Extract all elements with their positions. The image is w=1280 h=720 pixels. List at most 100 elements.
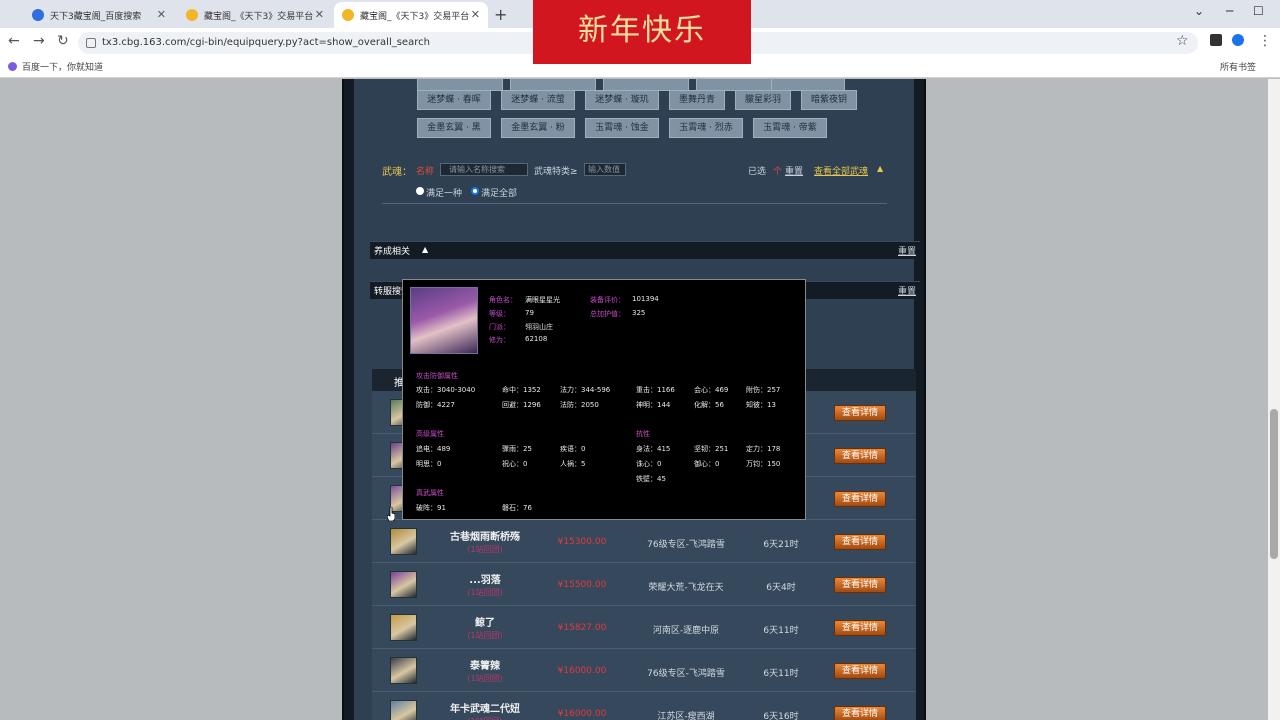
minimize-icon[interactable]: ─	[1226, 4, 1233, 18]
skin-button[interactable]: 暗紫夜钥	[801, 90, 857, 110]
cultivation-label: 修为：	[489, 336, 510, 344]
stat-attack: 攻击：3040-3040	[416, 386, 476, 394]
tab-title: 天下3藏宝阁_百度搜索	[50, 11, 142, 22]
reload-icon[interactable]: ↻	[57, 33, 69, 49]
table-row[interactable]: 古巷烟雨断桥殇 (1站回团) ¥15300.00 76级专区-飞鸿踏雪 6天21时 查看详…	[372, 520, 916, 563]
character-name[interactable]: 年卡武魂二代妞	[432, 700, 538, 715]
view-details-button[interactable]: 查看详情	[834, 405, 886, 421]
character-subtitle: (1站回团)	[432, 716, 538, 720]
avatar[interactable]	[390, 614, 417, 641]
tab-cbg-2[interactable]: 藏宝阁_《天下3》交易平台 ✕	[334, 2, 488, 28]
view-details-button[interactable]: 查看详情	[834, 534, 886, 550]
section-reset-link[interactable]: 重置	[898, 244, 916, 257]
character-name[interactable]: ...羽落	[432, 571, 538, 586]
view-details-button[interactable]: 查看详情	[834, 577, 886, 593]
attack-defense-title: 攻击防御属性	[416, 372, 458, 380]
tab-title: 藏宝阁_《天下3》交易平台	[360, 11, 470, 22]
skin-button[interactable]: 迷梦蝶 · 流萤	[501, 90, 575, 110]
menu-icon[interactable]: ⋮	[1258, 33, 1272, 49]
close-icon[interactable]: ✕	[157, 8, 166, 21]
wuhun-value-input[interactable]: 输入数值	[584, 163, 626, 176]
stat-sudden: 疾语：0	[560, 445, 586, 453]
stat-magic-def: 法防：2050	[560, 401, 599, 409]
new-year-banner: 新年快乐	[533, 0, 751, 64]
side-panel-icon[interactable]	[1210, 34, 1222, 46]
bookmark-star-icon[interactable]: ☆	[1176, 33, 1189, 49]
table-row[interactable]: 年卡武魂二代妞(1站回团) ¥16000.00 江苏区-瘦西湖 6天16时 查看详情	[372, 692, 916, 720]
profile-avatar[interactable]	[1232, 34, 1244, 46]
close-icon[interactable]: ✕	[471, 8, 480, 21]
skin-button[interactable]: 玉霄魂 · 烈赤	[669, 118, 743, 138]
avatar[interactable]	[390, 700, 417, 720]
server-name: 河南区-逐鹿中原	[652, 626, 720, 636]
avatar[interactable]	[390, 528, 417, 555]
view-all-wuhun-link[interactable]: 查看全部武魂	[814, 164, 868, 177]
character-name[interactable]: 古巷烟雨断桥殇	[432, 528, 538, 543]
stat-iron: 铁壁：45	[636, 475, 666, 483]
skin-button[interactable]: 玉霄魂 · 蚀金	[585, 118, 659, 138]
hand-cursor-icon	[387, 507, 395, 521]
tab-cbg-1[interactable]: 藏宝阁_《天下3》交易平台 ✕	[178, 2, 332, 28]
avatar[interactable]	[390, 657, 417, 684]
view-details-button[interactable]: 查看详情	[834, 448, 886, 464]
price: ¥16000.00	[557, 709, 607, 719]
wuhun-reset-link[interactable]: 重置	[785, 164, 803, 177]
avatar[interactable]	[390, 571, 417, 598]
remaining-time: 6天11时	[763, 669, 799, 679]
bookmark-baidu[interactable]: 百度一下，你就知道	[8, 60, 103, 73]
skin-button[interactable]: 金墨玄翼 · 粉	[501, 118, 575, 138]
baidu-favicon-icon	[32, 9, 44, 21]
wuhun-label: 武魂：	[382, 167, 412, 178]
view-details-button[interactable]: 查看详情	[834, 663, 886, 679]
site-info-icon[interactable]	[86, 38, 96, 48]
character-subtitle: (1站回团)	[467, 674, 503, 683]
stat-firm: 坚韧：251	[694, 445, 729, 453]
radio-all-label: 满足全部	[481, 189, 518, 199]
stat-defense: 防御：4227	[416, 401, 455, 409]
table-row[interactable]: ...羽落 (1站回团) ¥15500.00 荣耀大荒-飞龙在天 6天4时 查看详情	[372, 563, 916, 606]
forward-icon[interactable]: →	[33, 33, 45, 49]
scrollbar-thumb[interactable]	[1270, 409, 1278, 559]
section-reset-link[interactable]: 重置	[898, 284, 916, 297]
skin-button[interactable]: 金墨玄翼 · 黑	[417, 118, 491, 138]
view-details-button[interactable]: 查看详情	[834, 491, 886, 507]
skin-button[interactable]: 朦星彩羽	[735, 90, 791, 110]
back-icon[interactable]: ←	[8, 33, 20, 49]
maximize-icon[interactable]: ☐	[1253, 4, 1264, 18]
total-protect-label: 总加护值：	[590, 310, 625, 318]
page-scrollbar[interactable]	[1268, 79, 1280, 720]
role-name-value: 满眼星星光	[525, 296, 560, 304]
section-yangcheng[interactable]: 养成相关 ▲ 重置	[370, 241, 920, 259]
tab-baidu[interactable]: 天下3藏宝阁_百度搜索 ✕	[24, 2, 174, 28]
skin-button[interactable]: 玉霄魂 · 帝紫	[753, 118, 827, 138]
cbg-favicon-icon	[342, 9, 354, 21]
character-name[interactable]: 泰箐辣	[432, 657, 538, 672]
tab-search-icon[interactable]: ⌄	[1194, 4, 1204, 18]
view-details-button[interactable]: 查看详情	[834, 620, 886, 636]
school-label: 门派：	[489, 323, 510, 331]
character-portrait	[410, 287, 478, 354]
chevron-up-icon[interactable]: ▲	[877, 164, 883, 173]
table-row[interactable]: 泰箐辣 (1站回团) ¥16000.00 76级专区-飞鸿踏雪 6天11时 查看详情	[372, 649, 916, 692]
radio-all[interactable]	[471, 187, 479, 195]
skin-button[interactable]: 墨舞丹青	[669, 90, 725, 110]
school-value: 翎羽山庄	[525, 323, 553, 331]
character-tooltip: 角色名： 满眼星星光 等级： 79 门派： 翎羽山庄 修为： 62108 装备评…	[402, 279, 806, 520]
radio-one[interactable]	[416, 187, 424, 195]
role-name-label: 角色名：	[489, 296, 517, 304]
character-subtitle: (1站回团)	[467, 545, 503, 554]
table-row[interactable]: 鲸了 (1站回团) ¥15827.00 河南区-逐鹿中原 6天11时 查看详情	[372, 606, 916, 649]
all-bookmarks[interactable]: 所有书签	[1220, 60, 1256, 73]
stat-calm: 定力：178	[746, 445, 781, 453]
equip-score-value: 101394	[632, 295, 659, 303]
skin-button[interactable]: 迷梦蝶 · 璇玑	[585, 90, 659, 110]
stat-mind: 诛心：0	[636, 460, 662, 468]
character-name[interactable]: 鲸了	[432, 614, 538, 629]
close-icon[interactable]: ✕	[315, 8, 324, 21]
wuhun-name-input[interactable]: 请输入名称搜索	[440, 163, 528, 176]
view-details-button[interactable]: 查看详情	[834, 706, 886, 720]
skin-button[interactable]: 迷梦蝶 · 春晖	[417, 90, 491, 110]
new-tab-button[interactable]: +	[494, 5, 507, 24]
bookmark-label: 百度一下，你就知道	[22, 63, 104, 73]
server-name: 荣耀大荒-飞龙在天	[648, 583, 724, 593]
